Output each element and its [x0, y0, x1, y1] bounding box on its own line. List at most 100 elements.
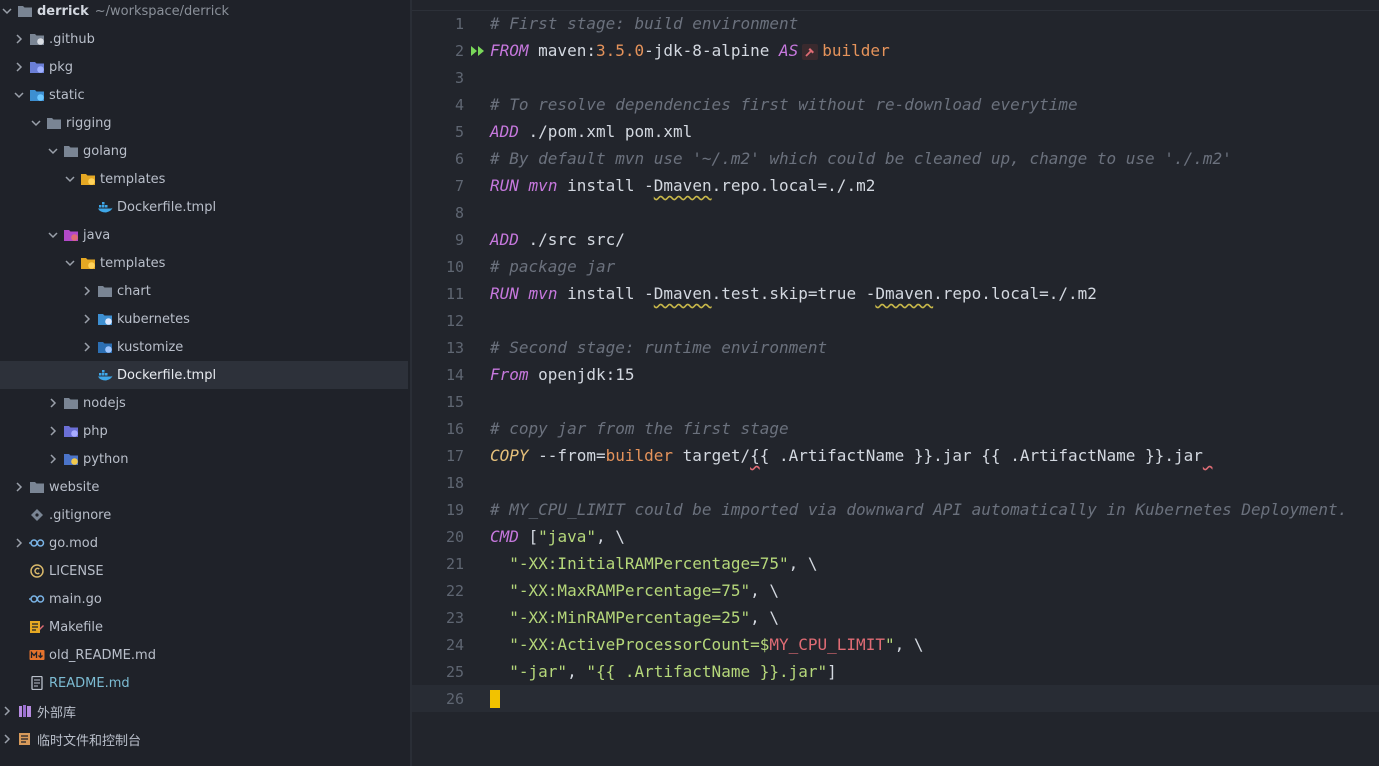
tree-item-label: static	[49, 87, 85, 103]
code-line-20[interactable]: 20 CMD ["java", \	[412, 523, 1379, 550]
code-line-13[interactable]: 13 # Second stage: runtime environment	[412, 334, 1379, 361]
code-line-1[interactable]: 1 # First stage: build environment	[412, 10, 1379, 37]
project-tree: derrick ~/workspace/derrick .github pkg st…	[0, 0, 410, 766]
code-line-26[interactable]: 26	[412, 685, 1379, 712]
build-stage-hammer-icon[interactable]	[802, 43, 819, 60]
tree-item-label: .gitignore	[49, 507, 112, 523]
chevron-right-icon[interactable]	[80, 284, 94, 298]
code-editor[interactable]: 1 # First stage: build environment 2 FROM m…	[412, 0, 1379, 766]
tree-item--25[interactable]: 临时文件和控制台	[0, 725, 408, 753]
tree-item-php-14[interactable]: php	[0, 417, 408, 445]
code-line-16[interactable]: 16 # copy jar from the first stage	[412, 415, 1379, 442]
tree-item--24[interactable]: 外部库	[0, 697, 408, 725]
chevron-right-icon[interactable]	[12, 536, 26, 550]
chevron-down-icon[interactable]	[46, 144, 60, 158]
code-line-6[interactable]: 6 # By default mvn use '~/.m2' which coul…	[412, 145, 1379, 172]
tree-item-rigging-3[interactable]: rigging	[0, 109, 408, 137]
tree-item-website-16[interactable]: website	[0, 473, 408, 501]
chevron-down-icon[interactable]	[12, 88, 26, 102]
run-stage-icon[interactable]	[470, 45, 488, 57]
code-line-25[interactable]: 25 "-jar", "{{ .ArtifactName }}.jar"]	[412, 658, 1379, 685]
code-line-11[interactable]: 11 RUN mvn install -Dmaven.test.skip=true…	[412, 280, 1379, 307]
tree-item-gitignore-17[interactable]: .gitignore	[0, 501, 408, 529]
tree-item-github-0[interactable]: .github	[0, 25, 408, 53]
static-folder-icon	[29, 88, 45, 102]
tree-item-label: Dockerfile.tmpl	[117, 199, 217, 215]
chevron-right-icon[interactable]	[80, 340, 94, 354]
tree-item-go-mod-18[interactable]: go.mod	[0, 529, 408, 557]
tree-item-label: Makefile	[49, 619, 104, 635]
code-line-9[interactable]: 9 ADD ./src src/	[412, 226, 1379, 253]
line-number: 4	[454, 95, 464, 114]
tree-item-makefile-21[interactable]: Makefile	[0, 613, 408, 641]
chevron-right-icon[interactable]	[46, 452, 60, 466]
chevron-down-icon[interactable]	[63, 256, 77, 270]
tree-item-nodejs-13[interactable]: nodejs	[0, 389, 408, 417]
tree-item-java-7[interactable]: java	[0, 221, 408, 249]
tree-item-old-readme-md-22[interactable]: old_README.md	[0, 641, 408, 669]
root-folder-name: derrick	[37, 3, 89, 19]
code-token: # First stage: build environment	[490, 14, 799, 33]
code-line-15[interactable]: 15	[412, 388, 1379, 415]
chevron-right-icon[interactable]	[0, 732, 14, 746]
code-token: # To resolve dependencies first without …	[490, 95, 1078, 114]
kustomize-folder-icon	[97, 340, 113, 354]
chevron-right-icon[interactable]	[46, 396, 60, 410]
code-token: # Second stage: runtime environment	[490, 338, 828, 357]
code-text: ADD ./src src/	[490, 230, 625, 249]
tree-item-license-19[interactable]: LICENSE	[0, 557, 408, 585]
tree-item-chart-9[interactable]: chart	[0, 277, 408, 305]
folder-icon	[97, 284, 113, 298]
tree-item-templates-5[interactable]: templates	[0, 165, 408, 193]
code-line-12[interactable]: 12	[412, 307, 1379, 334]
docker-icon	[97, 368, 113, 382]
tree-item-dockerfile-tmpl-6[interactable]: Dockerfile.tmpl	[0, 193, 408, 221]
chevron-right-icon[interactable]	[0, 704, 14, 718]
code-line-24[interactable]: 24 "-XX:ActiveProcessorCount=$MY_CPU_LIM…	[412, 631, 1379, 658]
tree-item-readme-md-23[interactable]: README.md	[0, 669, 408, 697]
tree-item-golang-4[interactable]: golang	[0, 137, 408, 165]
tree-item-main-go-20[interactable]: main.go	[0, 585, 408, 613]
tree-item-templates-8[interactable]: templates	[0, 249, 408, 277]
code-line-8[interactable]: 8	[412, 199, 1379, 226]
code-line-3[interactable]: 3	[412, 64, 1379, 91]
code-line-22[interactable]: 22 "-XX:MaxRAMPercentage=75", \	[412, 577, 1379, 604]
tree-root[interactable]: derrick ~/workspace/derrick	[0, 0, 408, 25]
chevron-down-icon[interactable]	[63, 172, 77, 186]
tree-item-python-15[interactable]: python	[0, 445, 408, 473]
chevron-down-icon[interactable]	[46, 228, 60, 242]
code-line-17[interactable]: 17 COPY --from=builder target/{{ .Artifac…	[412, 442, 1379, 469]
code-text: COPY --from=builder target/{{ .ArtifactN…	[490, 446, 1212, 465]
code-line-4[interactable]: 4 # To resolve dependencies first without…	[412, 91, 1379, 118]
tree-item-dockerfile-tmpl-12[interactable]: Dockerfile.tmpl	[0, 361, 408, 389]
code-line-7[interactable]: 7 RUN mvn install -Dmaven.repo.local=./.m…	[412, 172, 1379, 199]
chevron-down-icon[interactable]	[29, 116, 43, 130]
code-line-2[interactable]: 2 FROM maven:3.5.0-jdk-8-alpine AS builder	[412, 37, 1379, 64]
tree-item-pkg-1[interactable]: pkg	[0, 53, 408, 81]
code-line-10[interactable]: 10 # package jar	[412, 253, 1379, 280]
tree-item-label: templates	[100, 171, 166, 187]
code-token: AS	[779, 41, 799, 60]
tree-item-label: .github	[49, 31, 95, 47]
code-line-14[interactable]: 14 From openjdk:15	[412, 361, 1379, 388]
chevron-right-icon[interactable]	[12, 32, 26, 46]
chevron-right-icon[interactable]	[80, 312, 94, 326]
code-line-23[interactable]: 23 "-XX:MinRAMPercentage=25", \	[412, 604, 1379, 631]
code-line-21[interactable]: 21 "-XX:InitialRAMPercentage=75", \	[412, 550, 1379, 577]
tree-item-kustomize-11[interactable]: kustomize	[0, 333, 408, 361]
chevron-right-icon[interactable]	[12, 480, 26, 494]
chevron-down-icon[interactable]	[0, 4, 14, 18]
code-line-19[interactable]: 19 # MY_CPU_LIMIT could be imported via d…	[412, 496, 1379, 523]
line-number: 15	[445, 392, 464, 411]
tree-item-kubernetes-10[interactable]: kubernetes	[0, 305, 408, 333]
chevron-right-icon[interactable]	[12, 60, 26, 74]
line-number: 8	[454, 203, 464, 222]
code-line-18[interactable]: 18	[412, 469, 1379, 496]
line-number: 11	[445, 284, 464, 303]
chevron-right-icon[interactable]	[46, 424, 60, 438]
code-line-5[interactable]: 5 ADD ./pom.xml pom.xml	[412, 118, 1379, 145]
tree-item-static-2[interactable]: static	[0, 81, 408, 109]
docker-icon	[97, 200, 113, 214]
